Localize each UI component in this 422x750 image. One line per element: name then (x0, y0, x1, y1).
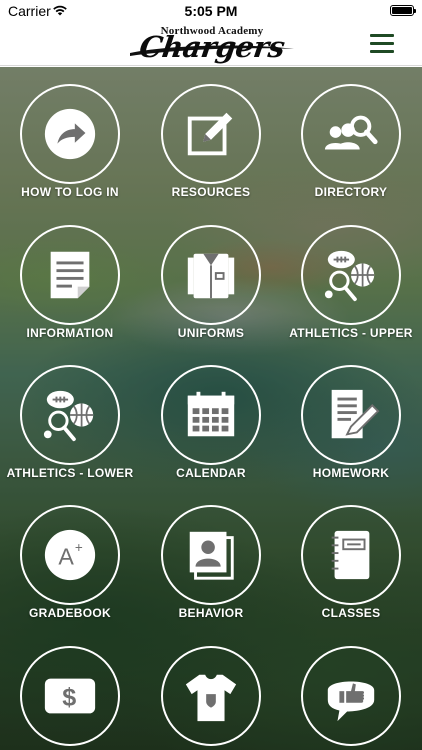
tile-calendar[interactable]: CALENDAR (141, 348, 281, 480)
tile-label: CALENDAR (176, 466, 246, 480)
tile-resources[interactable]: RESOURCES (141, 67, 281, 199)
tile-gradebook[interactable]: A + GRADEBOOK (0, 488, 140, 620)
sports-balls-icon (29, 374, 111, 456)
shirt-icon (170, 234, 252, 316)
tile-label: ATHLETICS - LOWER (6, 466, 134, 480)
app-header: Northwood Academy Chargers (0, 22, 422, 66)
portrait-icon (170, 514, 252, 596)
sports-balls-icon (310, 234, 392, 316)
grade-a-plus-icon: A + (29, 514, 111, 596)
tile-label: UNIFORMS (177, 326, 245, 340)
svg-text:+: + (75, 540, 83, 555)
calendar-icon (170, 374, 252, 456)
menu-bar (370, 34, 394, 37)
tile-label: RESOURCES (171, 185, 251, 199)
tile-label: ATHLETICS - UPPER (289, 326, 413, 340)
document-icon (29, 234, 111, 316)
menu-bar (370, 42, 394, 45)
tile-payments[interactable]: $ (0, 629, 140, 750)
menu-bar (370, 50, 394, 53)
tshirt-icon (170, 655, 252, 737)
status-bar: Carrier 5:05 PM (0, 0, 422, 22)
school-logo[interactable]: Northwood Academy Chargers (126, 22, 298, 66)
hamburger-menu-icon[interactable] (367, 31, 397, 57)
tile-label: INFORMATION (26, 326, 114, 340)
tile-label: GRADEBOOK (28, 606, 112, 620)
dollar-icon: $ (29, 655, 111, 737)
tile-label: HOW TO LOG IN (21, 185, 119, 199)
tile-feedback[interactable] (281, 629, 421, 750)
pencil-edit-icon (170, 93, 252, 175)
tile-athletics-upper[interactable]: ATHLETICS - UPPER (281, 208, 421, 340)
tile-label: DIRECTORY (314, 185, 388, 199)
notebook-icon (310, 514, 392, 596)
tile-classes[interactable]: CLASSES (281, 488, 421, 620)
tile-athletics-lower[interactable]: ATHLETICS - LOWER (0, 348, 140, 480)
tile-label: HOMEWORK (312, 466, 390, 480)
tile-directory[interactable]: DIRECTORY (281, 67, 421, 199)
homework-icon (310, 374, 392, 456)
share-arrow-icon (29, 93, 111, 175)
tile-homework[interactable]: HOMEWORK (281, 348, 421, 480)
home-grid: HOW TO LOG IN RESOURCES DIRECTORY INFORM… (0, 67, 422, 750)
tile-label: BEHAVIOR (178, 606, 244, 620)
tile-uniforms[interactable]: UNIFORMS (141, 208, 281, 340)
battery-icon (390, 5, 416, 16)
status-time: 5:05 PM (184, 3, 238, 19)
tile-behavior[interactable]: BEHAVIOR (141, 488, 281, 620)
thumbs-up-icon (310, 655, 392, 737)
tile-label: CLASSES (321, 606, 381, 620)
svg-text:$: $ (62, 684, 76, 712)
tile-information[interactable]: INFORMATION (0, 208, 140, 340)
mascot-wordmark: Chargers (137, 30, 287, 64)
svg-text:A: A (58, 544, 74, 570)
tile-how-to-log-in[interactable]: HOW TO LOG IN (0, 67, 140, 199)
tile-spirit-wear[interactable] (141, 629, 281, 750)
people-search-icon (310, 93, 392, 175)
home-grid-background: HOW TO LOG IN RESOURCES DIRECTORY INFORM… (0, 67, 422, 750)
